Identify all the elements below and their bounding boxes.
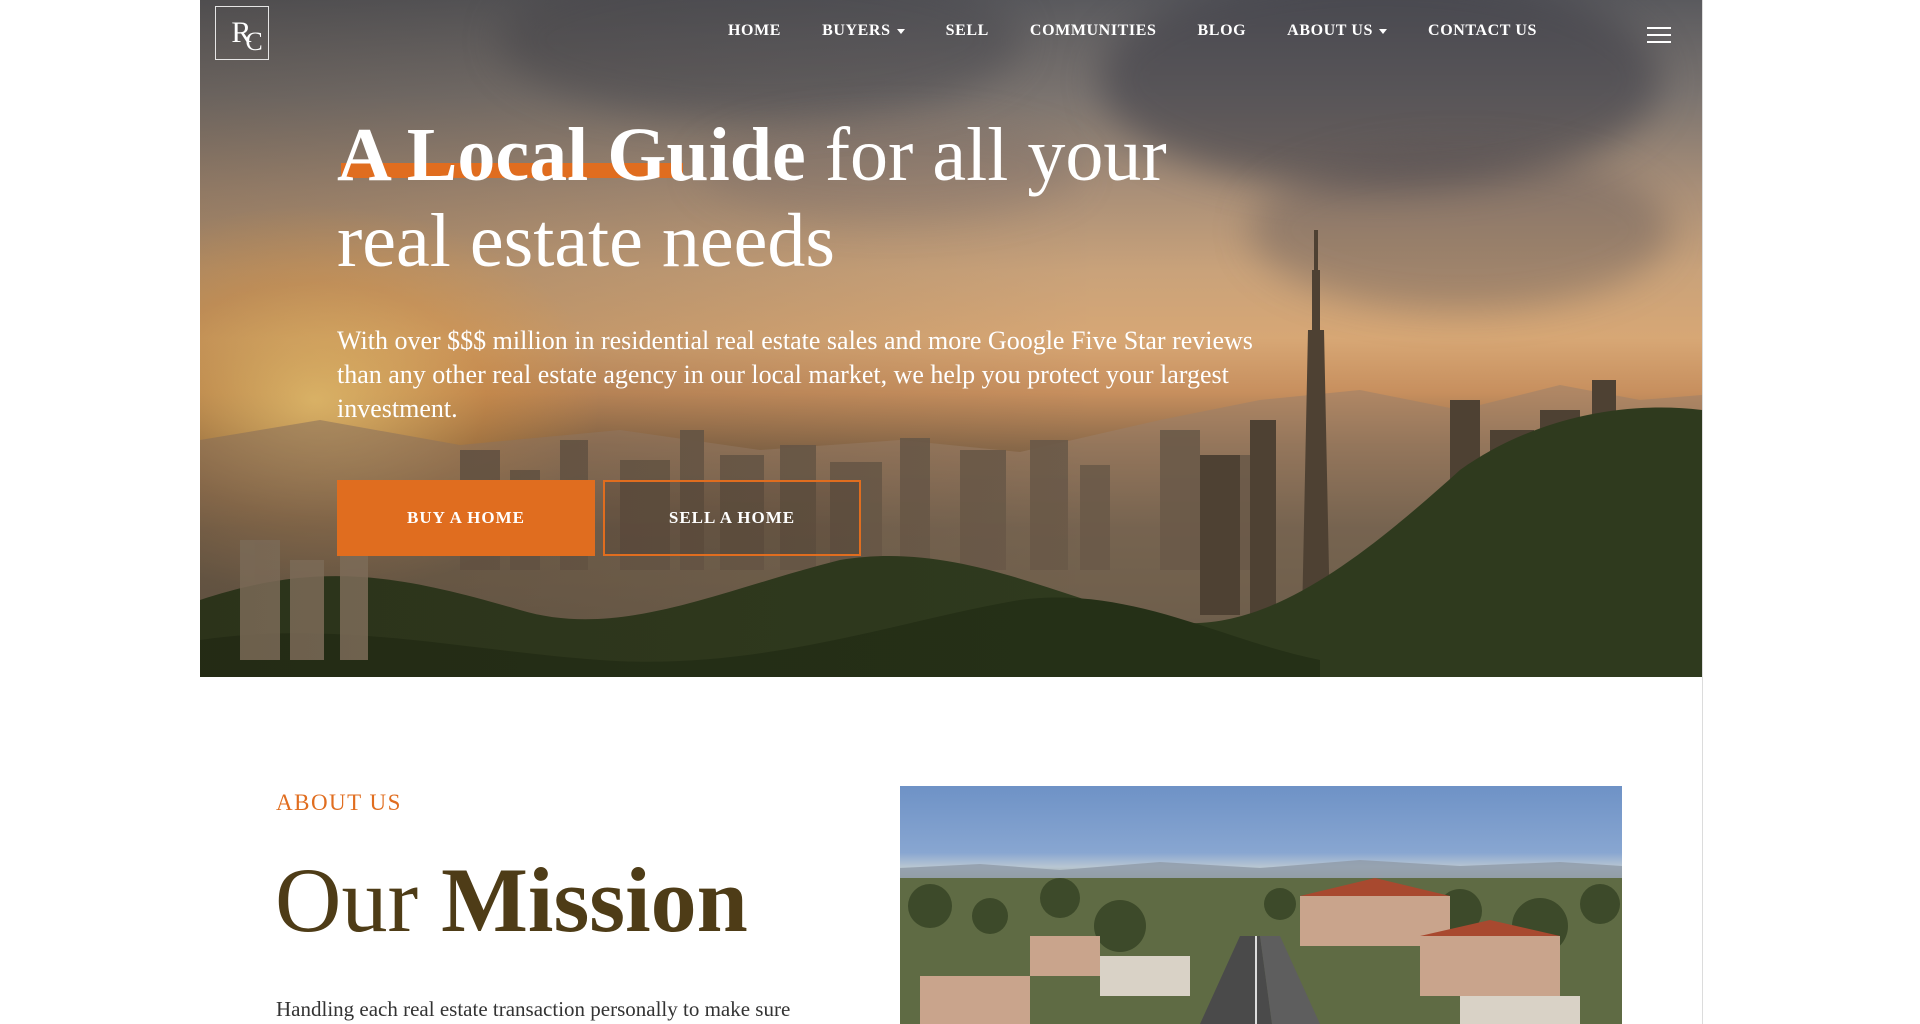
mission-body-text: Handling each real estate transaction pe… bbox=[276, 997, 791, 1021]
headline-bold-text: A Local Guide bbox=[337, 113, 806, 197]
nav-item-sell[interactable]: SELL bbox=[946, 22, 989, 40]
caret-down-icon bbox=[896, 28, 905, 34]
mission-title-bold: Mission bbox=[441, 849, 748, 951]
nav-item-label: BUYERS bbox=[822, 22, 891, 39]
hero-headline: A Local Guide for all your real estate n… bbox=[337, 112, 1237, 284]
main-navigation: HOME BUYERS SELL COMMUNITIES BLOG ABOUT … bbox=[728, 22, 1578, 40]
page-frame: R C HOME BUYERS SELL COMMUNITIES BLOG AB… bbox=[200, 0, 1703, 1024]
buy-a-home-button[interactable]: BUY A HOME bbox=[337, 480, 595, 556]
neighborhood-photo-illustration bbox=[900, 860, 1622, 1024]
headline-line2-text: real estate needs bbox=[337, 199, 835, 283]
nav-item-buyers[interactable]: BUYERS bbox=[822, 22, 905, 40]
nav-item-blog[interactable]: BLOG bbox=[1198, 22, 1247, 40]
nav-item-label: SELL bbox=[945, 22, 989, 39]
about-eyebrow-label: ABOUT US bbox=[276, 790, 402, 815]
caret-down-icon bbox=[1379, 28, 1388, 34]
nav-item-home[interactable]: HOME bbox=[728, 22, 781, 40]
nav-item-label: COMMUNITIES bbox=[1029, 22, 1157, 39]
nav-item-label: CONTACT US bbox=[1428, 22, 1538, 39]
nav-item-label: BLOG bbox=[1197, 22, 1247, 39]
hero-subtext: With over $$$ million in residential rea… bbox=[337, 326, 1253, 423]
nav-item-communities[interactable]: COMMUNITIES bbox=[1030, 22, 1157, 40]
mission-title: Our Mission bbox=[275, 845, 748, 955]
nav-item-label: ABOUT US bbox=[1287, 22, 1374, 39]
hero-section: R C HOME BUYERS SELL COMMUNITIES BLOG AB… bbox=[200, 0, 1702, 677]
mission-title-regular: Our bbox=[275, 849, 442, 951]
sell-a-home-button[interactable]: SELL A HOME bbox=[603, 480, 861, 556]
logo-letter-r: R bbox=[231, 16, 251, 49]
logo-letter-c: C bbox=[245, 27, 263, 56]
nav-item-label: HOME bbox=[728, 22, 782, 39]
brand-logo[interactable]: R C bbox=[215, 6, 269, 60]
headline-highlight: A Local Guide bbox=[337, 113, 825, 197]
headline-line1-text: for all your bbox=[824, 113, 1167, 197]
neighborhood-aerial-photo bbox=[900, 786, 1622, 1024]
nav-item-contact-us[interactable]: CONTACT US bbox=[1428, 22, 1537, 40]
hamburger-menu-icon[interactable] bbox=[1647, 27, 1671, 43]
nav-item-about-us[interactable]: ABOUT US bbox=[1287, 22, 1388, 40]
